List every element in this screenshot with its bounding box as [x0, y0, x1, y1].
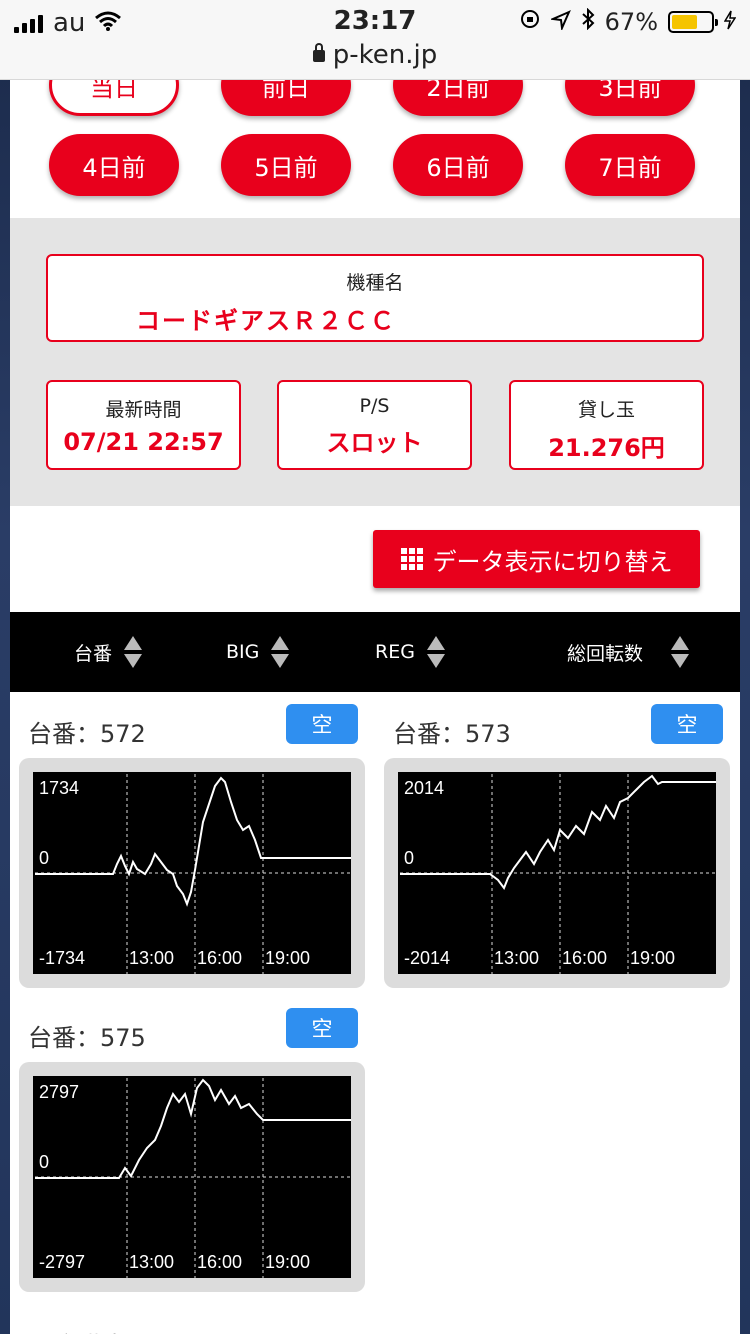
sort-reg[interactable]: REG	[375, 612, 445, 692]
battery-icon	[668, 11, 718, 33]
day-button-label: 当日	[90, 80, 138, 102]
ps-value: スロット	[326, 429, 423, 457]
day-button-label: 7日前	[598, 153, 662, 182]
day-button-2days[interactable]: 2日前	[393, 80, 523, 116]
sort-label: BIG	[226, 641, 260, 663]
bluetooth-icon	[581, 7, 595, 36]
switch-data-view-label: データ表示に切り替え	[432, 547, 673, 576]
day-button-label: 4日前	[82, 153, 146, 182]
sort-label: REG	[375, 641, 415, 663]
graph-time-label: 13:00	[129, 1252, 174, 1272]
machine-name-value: コードギアスＲ２ＣＣ	[136, 307, 396, 335]
sort-icon	[426, 636, 445, 668]
latest-time-box: 最新時間 07/21 22:57	[46, 380, 241, 470]
grid-icon	[400, 548, 423, 570]
graph-y-max-label: 1734	[39, 778, 79, 798]
graph-y-min-label: -1734	[39, 948, 85, 968]
sort-unit-number[interactable]: 台番	[74, 612, 143, 692]
graph-y-max-label: 2014	[404, 778, 444, 798]
unit-label: 台番：573	[393, 720, 511, 748]
slump-graph[interactable]: 1734 0 -1734 13:00 16:00 19:00	[19, 758, 365, 988]
graph-zero-label: 0	[39, 848, 49, 868]
graph-time-label: 16:00	[197, 948, 242, 968]
day-button-label: 6日前	[426, 153, 490, 182]
day-button-label: 3日前	[598, 80, 662, 102]
vacancy-note-heading: ■空満表示について	[32, 1326, 246, 1334]
url-bar[interactable]: p-ken.jp	[0, 40, 750, 70]
machine-info-area: 機種名 コードギアスＲ２ＣＣ 最新時間 07/21 22:57 P/S スロット…	[10, 218, 740, 506]
unit-label: 台番：575	[28, 1024, 146, 1052]
vacancy-badge[interactable]: 空	[286, 1008, 358, 1048]
graph-time-label: 13:00	[129, 948, 174, 968]
slump-graph[interactable]: 2014 0 -2014 13:00 16:00 19:00	[384, 758, 730, 988]
vacancy-badge[interactable]: 空	[286, 704, 358, 744]
status-right: 67%	[519, 7, 737, 36]
latest-time-label: 最新時間	[105, 399, 182, 421]
graph-time-label: 19:00	[630, 948, 675, 968]
graph-time-label: 16:00	[197, 1252, 242, 1272]
sort-total-spins[interactable]: 総回転数	[567, 612, 690, 692]
latest-time-value: 07/21 22:57	[63, 428, 224, 456]
day-button-6days[interactable]: 6日前	[393, 134, 523, 196]
location-icon	[548, 8, 571, 36]
rental-ball-value: 21.276円	[548, 434, 665, 462]
slump-graph[interactable]: 2797 0 -2797 13:00 16:00 19:00	[19, 1062, 365, 1292]
day-button-yesterday[interactable]: 前日	[221, 80, 351, 116]
day-button-label: 前日	[262, 80, 310, 102]
switch-data-view-button[interactable]: データ表示に切り替え	[373, 530, 700, 588]
battery-percent: 67%	[604, 8, 658, 36]
sort-label: 台番	[74, 642, 113, 665]
machine-name-label: 機種名	[346, 272, 404, 294]
rotation-lock-icon	[519, 8, 541, 36]
sort-label: 総回転数	[567, 642, 644, 665]
page-content: 当日 前日 2日前 3日前 4日前 5日前 6日前 7日前 機種名 コードギアス…	[10, 80, 740, 1334]
vacancy-badge[interactable]: 空	[651, 704, 723, 744]
sort-icon	[124, 636, 143, 668]
graph-y-max-label: 2797	[39, 1082, 79, 1102]
slump-graph-svg: 2797 0 -2797 13:00 16:00 19:00	[33, 1076, 351, 1278]
slump-graph-svg: 2014 0 -2014 13:00 16:00 19:00	[398, 772, 716, 974]
sort-header: 台番 BIG REG 総回転数	[10, 612, 740, 692]
day-button-4days[interactable]: 4日前	[49, 134, 179, 196]
graph-time-label: 19:00	[265, 1252, 310, 1272]
ps-box: P/S スロット	[277, 380, 472, 470]
charging-icon	[723, 8, 737, 36]
rental-ball-box: 貸し玉 21.276円	[509, 380, 704, 470]
unit-label: 台番：572	[28, 720, 146, 748]
graph-time-label: 19:00	[265, 948, 310, 968]
sort-big[interactable]: BIG	[226, 612, 290, 692]
day-button-5days[interactable]: 5日前	[221, 134, 351, 196]
sort-icon	[271, 636, 290, 668]
graph-zero-label: 0	[39, 1152, 49, 1172]
status-bar: au 23:17 67% p-ken.jp	[0, 0, 750, 80]
ps-label: P/S	[359, 395, 390, 417]
sort-icon	[671, 636, 690, 668]
slump-graph-svg: 1734 0 -1734 13:00 16:00 19:00	[33, 772, 351, 974]
day-button-label: 5日前	[254, 153, 318, 182]
url-text: p-ken.jp	[332, 40, 438, 70]
day-button-today[interactable]: 当日	[49, 80, 179, 116]
graph-y-min-label: -2797	[39, 1252, 85, 1272]
lock-icon	[312, 43, 325, 62]
graph-time-label: 13:00	[494, 948, 539, 968]
day-button-7days[interactable]: 7日前	[565, 134, 695, 196]
machine-name-box: 機種名 コードギアスＲ２ＣＣ	[46, 254, 704, 342]
graph-time-label: 16:00	[562, 948, 607, 968]
day-button-label: 2日前	[426, 80, 490, 102]
graph-y-min-label: -2014	[404, 948, 450, 968]
day-button-3days[interactable]: 3日前	[565, 80, 695, 116]
rental-ball-label: 貸し玉	[577, 399, 635, 421]
graph-zero-label: 0	[404, 848, 414, 868]
